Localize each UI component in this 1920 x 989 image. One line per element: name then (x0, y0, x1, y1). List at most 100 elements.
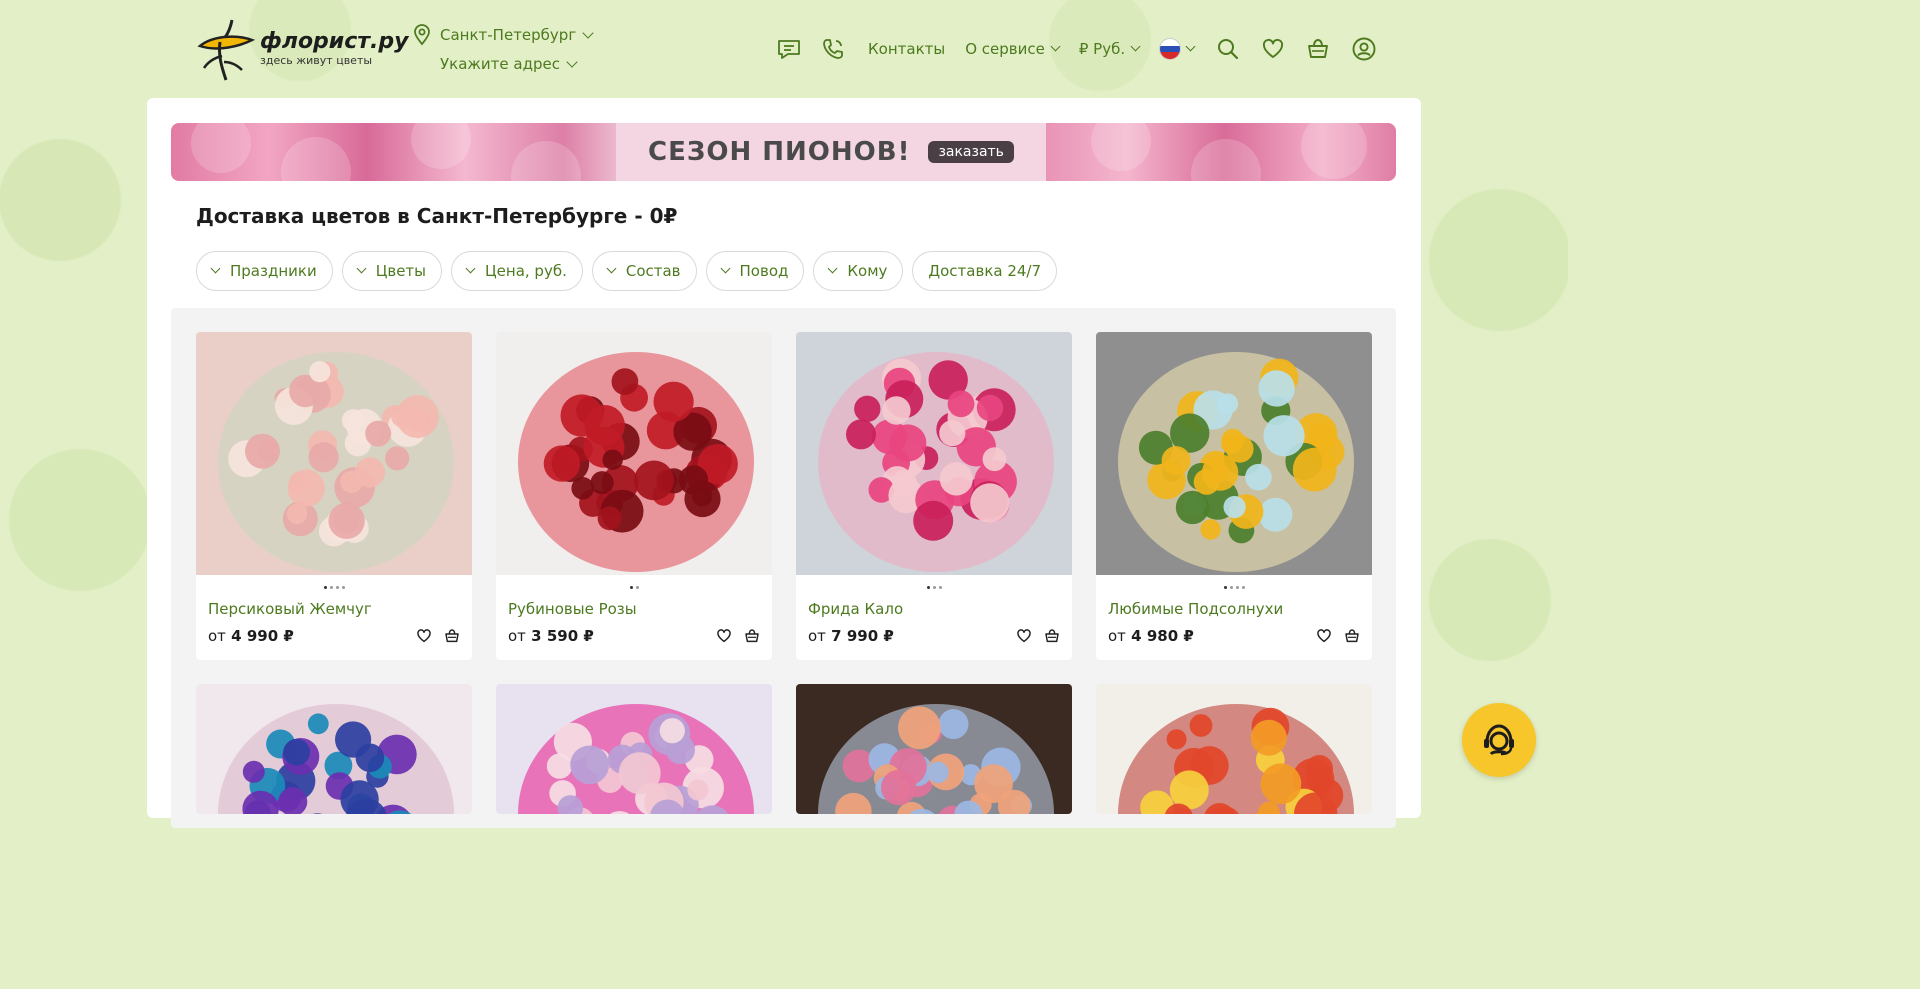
photo-carousel-dots[interactable] (196, 575, 472, 599)
city-selector[interactable]: Санкт-Петербург (412, 22, 594, 48)
currency-menu[interactable]: ₽ Руб. (1078, 40, 1141, 58)
carousel-dot[interactable] (341, 585, 345, 589)
product-name[interactable]: Рубиновые Розы (496, 599, 772, 619)
chevron-down-icon (1130, 41, 1141, 52)
chevron-down-icon (465, 263, 476, 274)
product-grid: Персиковый Жемчуг от 4 990 ₽ Рубиновые Роз… (196, 332, 1372, 814)
product-card[interactable] (496, 684, 772, 814)
main-card: СЕЗОН ПИОНОВ! заказать Доставка цветов в… (147, 98, 1421, 828)
address-selector[interactable]: Укажите адрес (412, 51, 592, 77)
product-photo[interactable] (1096, 684, 1372, 814)
product-card[interactable]: Персиковый Жемчуг от 4 990 ₽ (196, 332, 472, 660)
filter-bar: Праздники Цветы Цена, руб. Состав Повод Кому Д… (196, 251, 1058, 291)
carousel-dot[interactable] (1235, 585, 1239, 589)
filter-chip[interactable]: Кому (813, 251, 904, 291)
carousel-dot[interactable] (335, 585, 339, 589)
add-to-basket-icon[interactable] (1344, 628, 1360, 644)
add-to-basket-icon[interactable] (1044, 628, 1060, 644)
carousel-dot[interactable] (1241, 585, 1245, 589)
product-name[interactable]: Фрида Кало (796, 599, 1072, 619)
product-price: от 7 990 ₽ (808, 627, 894, 645)
logo-mark-icon (197, 19, 256, 81)
filter-chip[interactable]: Цветы (341, 251, 443, 291)
promo-order-button[interactable]: заказать (928, 141, 1014, 163)
carousel-dot[interactable] (629, 585, 633, 589)
add-to-favorites-icon[interactable] (716, 628, 732, 644)
about-menu[interactable]: О сервисе (965, 40, 1061, 58)
product-card[interactable]: Любимые Подсолнухи от 4 980 ₽ (1096, 332, 1372, 660)
photo-carousel-dots[interactable] (496, 575, 772, 599)
currency-label: ₽ Руб. (1078, 40, 1126, 58)
city-name: Санкт-Петербург (440, 26, 577, 44)
support-chat-button[interactable] (1462, 703, 1536, 777)
add-to-favorites-icon[interactable] (1316, 628, 1332, 644)
product-price: от 3 590 ₽ (508, 627, 594, 645)
carousel-dot[interactable] (1223, 585, 1227, 589)
price-value: 4 990 ₽ (231, 627, 294, 645)
filter-chip[interactable]: Повод (705, 251, 805, 291)
photo-carousel-dots[interactable] (796, 575, 1072, 599)
heart-icon[interactable] (1261, 37, 1285, 61)
price-prefix: от (508, 627, 526, 645)
language-menu[interactable] (1159, 38, 1196, 60)
carousel-dot[interactable] (1229, 585, 1233, 589)
basket-icon[interactable] (1306, 37, 1330, 61)
product-photo[interactable] (496, 332, 772, 575)
product-name[interactable]: Персиковый Жемчуг (196, 599, 472, 619)
price-value: 7 990 ₽ (831, 627, 894, 645)
add-to-favorites-icon[interactable] (1016, 628, 1032, 644)
promo-headline: СЕЗОН ПИОНОВ! (648, 137, 911, 167)
carousel-dot[interactable] (329, 585, 333, 589)
price-prefix: от (1108, 627, 1126, 645)
search-icon[interactable] (1216, 37, 1240, 61)
user-icon[interactable] (1351, 36, 1377, 62)
logo-name: флорист.ру (260, 29, 409, 54)
filter-chip[interactable]: Праздники (196, 251, 333, 291)
page-title: Доставка цветов в Санкт-Петербурге - 0₽ (196, 204, 678, 228)
chevron-down-icon (566, 55, 578, 68)
logo[interactable]: флорист.ру здесь живут цветы (196, 16, 408, 82)
add-to-basket-icon[interactable] (444, 628, 460, 644)
price-value: 3 590 ₽ (531, 627, 594, 645)
filter-chip[interactable]: Состав (591, 251, 697, 291)
product-name[interactable]: Любимые Подсолнухи (1096, 599, 1372, 619)
product-photo[interactable] (1096, 332, 1372, 575)
site-header: флорист.ру здесь живут цветы Санкт-Петер… (0, 0, 1568, 98)
product-grid-area: Персиковый Жемчуг от 4 990 ₽ Рубиновые Роз… (171, 308, 1396, 828)
carousel-dot[interactable] (938, 585, 942, 589)
chat-icon[interactable] (776, 37, 802, 61)
carousel-dot[interactable] (323, 585, 327, 589)
add-to-favorites-icon[interactable] (416, 628, 432, 644)
logo-slogan: здесь живут цветы (260, 54, 373, 67)
filter-chip[interactable]: Доставка 24/7 (912, 251, 1058, 291)
product-photo[interactable] (796, 332, 1072, 575)
product-card[interactable]: Рубиновые Розы от 3 590 ₽ (496, 332, 772, 660)
promo-banner[interactable]: СЕЗОН ПИОНОВ! заказать (171, 123, 1396, 181)
carousel-dot[interactable] (932, 585, 936, 589)
product-photo[interactable] (496, 684, 772, 814)
carousel-dot[interactable] (635, 585, 639, 589)
product-photo[interactable] (196, 684, 472, 814)
product-card[interactable] (1096, 684, 1372, 814)
flag-ru-icon (1159, 38, 1182, 60)
product-card[interactable]: Фрида Кало от 7 990 ₽ (796, 332, 1072, 660)
support-icon (1484, 724, 1514, 756)
product-photo[interactable] (796, 684, 1072, 814)
price-value: 4 980 ₽ (1131, 627, 1194, 645)
product-card[interactable] (796, 684, 1072, 814)
header-nav: Контакты О сервисе ₽ Руб. (776, 34, 1377, 64)
chevron-down-icon (210, 263, 221, 274)
price-prefix: от (808, 627, 826, 645)
product-card[interactable] (196, 684, 472, 814)
filter-chip-label: Состав (625, 262, 681, 280)
add-to-basket-icon[interactable] (744, 628, 760, 644)
chevron-down-icon (827, 263, 838, 274)
contacts-link[interactable]: Контакты (868, 40, 945, 58)
product-photo[interactable] (196, 332, 472, 575)
photo-carousel-dots[interactable] (1096, 575, 1372, 599)
about-label: О сервисе (965, 40, 1045, 58)
chevron-down-icon (1050, 41, 1061, 52)
filter-chip[interactable]: Цена, руб. (451, 251, 583, 291)
phone-icon[interactable] (820, 37, 846, 61)
carousel-dot[interactable] (926, 585, 930, 589)
